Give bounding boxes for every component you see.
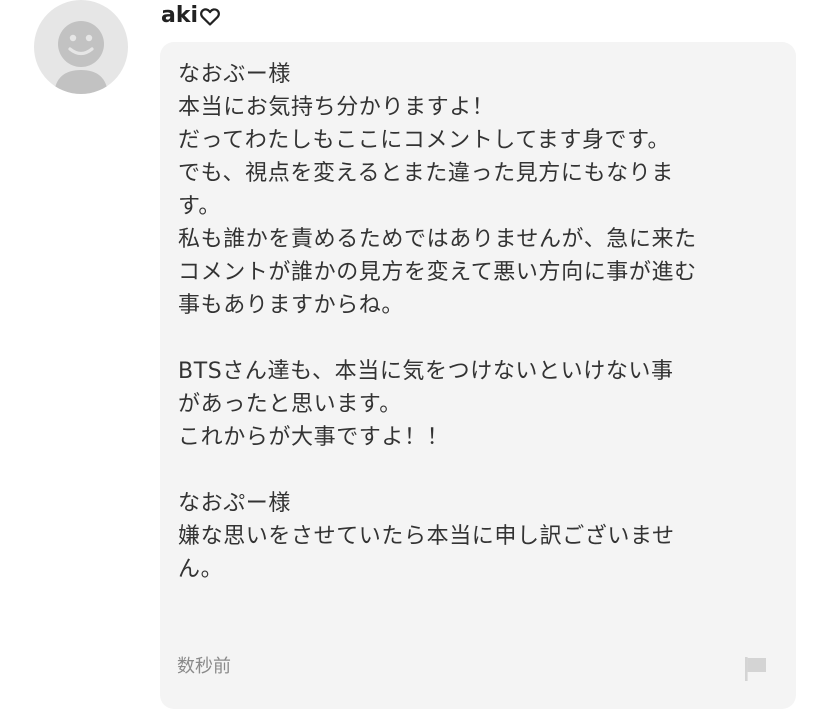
heart-outline-icon xyxy=(200,8,220,26)
username-text: aki xyxy=(161,3,199,28)
flag-icon[interactable] xyxy=(744,656,768,682)
comment-timestamp: 数秒前 xyxy=(177,656,231,677)
comment-author[interactable]: aki xyxy=(161,0,220,32)
default-avatar-icon xyxy=(54,21,108,94)
user-avatar[interactable] xyxy=(34,0,128,94)
comment-body: なおぶー様 本当にお気持ち分かりますよ！ だってわたしもここにコメントしてます身… xyxy=(178,62,697,582)
